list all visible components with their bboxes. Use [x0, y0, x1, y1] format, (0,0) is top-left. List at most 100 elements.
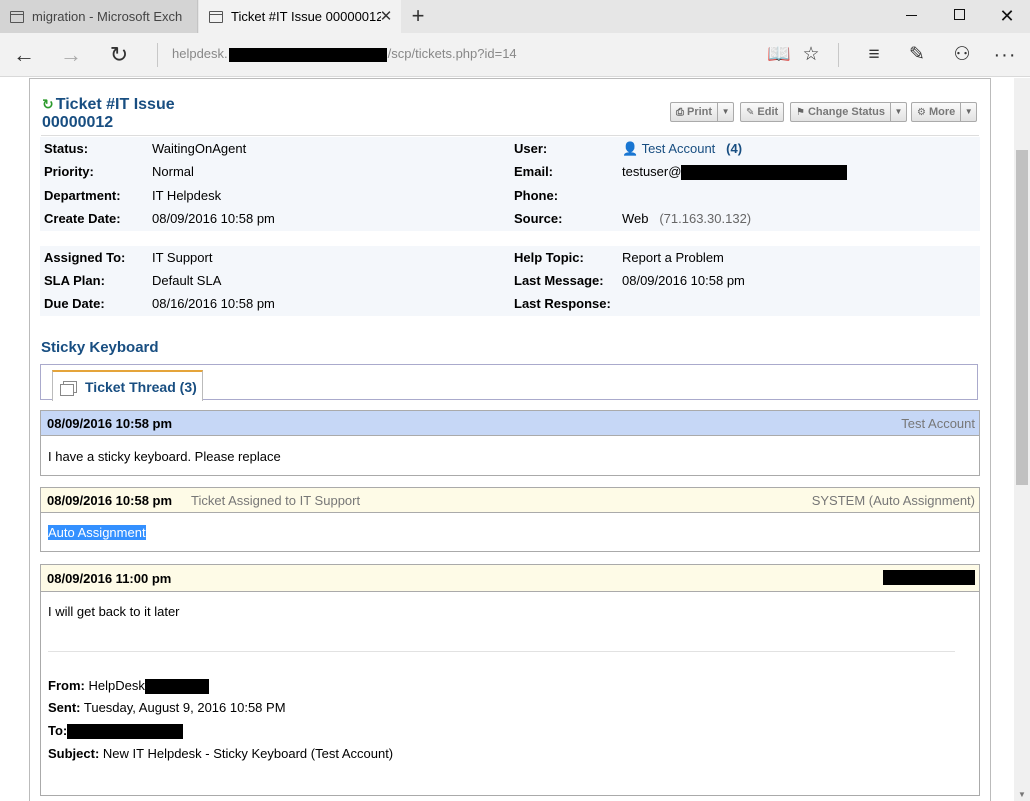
entry-date: 08/09/2016 11:00 pm [47, 571, 172, 586]
assigned-to-value: IT Support [152, 250, 213, 265]
user-name[interactable]: Test Account [642, 141, 716, 156]
gear-icon: ⚙ [917, 106, 926, 118]
help-topic-label: Help Topic: [514, 250, 584, 265]
phone-label: Phone: [514, 188, 559, 203]
user-ticket-count[interactable]: (4) [726, 141, 742, 156]
toolbar-divider [838, 43, 839, 67]
print-label: Print [687, 106, 713, 118]
mail-to-label: To: [48, 723, 68, 738]
email-value: testuser@ [622, 160, 848, 183]
quote-divider [48, 651, 955, 652]
source-label: Source: [514, 211, 563, 226]
refresh-ticket-icon[interactable]: ↻ [42, 96, 54, 112]
ticket-details: Status: WaitingOnAgent User: 👤 Test Acco… [40, 137, 980, 231]
mail-sent-label: Sent: [48, 700, 81, 715]
redacted-block [681, 165, 848, 181]
last-message-label: Last Message: [514, 273, 604, 288]
print-button[interactable]: ⎙ Print [670, 102, 719, 122]
close-window-icon[interactable]: ✕ [984, 0, 1030, 33]
tab-title: migration - Microsoft Exchan [32, 9, 182, 24]
web-note-icon[interactable]: ✎ [901, 39, 933, 71]
page-scrollbar[interactable]: ▼ [1014, 78, 1030, 801]
user-icon: 👤 [622, 141, 639, 156]
more-label: More [928, 106, 956, 118]
browser-tab-migration[interactable]: migration - Microsoft Exchan [0, 0, 198, 33]
ticket-title-line2[interactable]: 00000012 [42, 114, 113, 131]
address-bar[interactable]: helpdesk. /scp/tickets.php?id=14 [172, 46, 517, 62]
entry-poster: SYSTEM (Auto Assignment) [811, 493, 975, 508]
minimize-icon[interactable] [888, 0, 934, 33]
entry-body: I will get back to it later [48, 604, 180, 619]
thread-entry-note: 08/09/2016 10:58 pm Ticket Assigned to I… [40, 487, 980, 552]
due-date-label: Due Date: [44, 296, 105, 311]
share-icon[interactable]: ⚇ [946, 39, 978, 71]
thread-copy-icon [60, 380, 77, 396]
user-value[interactable]: 👤 Test Account (4) [622, 137, 742, 160]
ticket-title: ↻ Ticket #IT Issue 00000012 [42, 95, 242, 132]
tab-page-icon [10, 10, 24, 23]
hub-icon[interactable]: ≡ [858, 39, 890, 71]
more-dots-icon[interactable]: ··· [989, 39, 1021, 71]
change-status-label: Change Status [807, 106, 885, 118]
forward-arrow-icon[interactable]: → [55, 39, 87, 71]
thread-entry-response: 08/09/2016 11:00 pm I will get back to i… [40, 564, 980, 796]
address-divider [157, 43, 158, 67]
browser-nav-bar: ← → ↻ helpdesk./scp/tickets.php?id=14 📖 … [0, 33, 1030, 77]
due-date-value: 08/16/2016 10:58 pm [152, 296, 275, 311]
ticket-subject: Sticky Keyboard [41, 339, 159, 356]
tab-title: Ticket #IT Issue 00000012 [231, 9, 381, 24]
print-icon: ⎙ [676, 106, 684, 118]
print-button-group: ⎙ Print ▼ [670, 102, 735, 122]
refresh-icon[interactable]: ↻ [103, 39, 135, 71]
change-status-button[interactable]: ⚑ Change Status [790, 102, 891, 122]
thread-tab-label: Ticket Thread (3) [85, 378, 197, 395]
redacted-block [228, 47, 387, 62]
entry-poster: Test Account [901, 416, 975, 431]
entry-body: Auto Assignment [48, 525, 146, 540]
flag-icon: ⚑ [796, 106, 805, 118]
edit-button-group: ✎ Edit [740, 102, 785, 122]
new-tab-icon[interactable]: + [404, 3, 432, 31]
redacted-block [883, 570, 975, 585]
priority-label: Priority: [44, 164, 94, 179]
ticket-title-line1[interactable]: Ticket #IT Issue [56, 96, 175, 113]
browser-tab-ticket[interactable]: Ticket #IT Issue 00000012 ✕ [199, 0, 401, 33]
more-button-group: ⚙ More ▼ [911, 102, 978, 122]
header-divider [41, 135, 979, 136]
print-dropdown-icon[interactable]: ▼ [718, 102, 735, 122]
change-status-dropdown-icon[interactable]: ▼ [890, 102, 907, 122]
edit-button[interactable]: ✎ Edit [740, 102, 785, 122]
tab-ticket-thread[interactable]: Ticket Thread (3) [52, 370, 203, 401]
favorite-star-icon[interactable]: ☆ [795, 39, 827, 71]
create-date-label: Create Date: [44, 211, 121, 226]
assigned-to-label: Assigned To: [44, 250, 126, 265]
edit-label: Edit [757, 106, 779, 118]
email-prefix: testuser@ [622, 164, 682, 179]
last-response-label: Last Response: [514, 296, 611, 311]
last-message-value: 08/09/2016 10:58 pm [622, 273, 745, 288]
more-button[interactable]: ⚙ More [911, 102, 962, 122]
maximize-icon[interactable] [936, 0, 982, 33]
source-ip: (71.163.30.132) [659, 211, 752, 226]
more-dropdown-icon[interactable]: ▼ [961, 102, 978, 122]
back-arrow-icon[interactable]: ← [8, 39, 40, 71]
entry-date: 08/09/2016 10:58 pm [47, 493, 173, 508]
sla-value: Default SLA [152, 273, 222, 288]
department-label: Department: [44, 188, 121, 203]
user-label: User: [514, 141, 548, 156]
reading-view-icon[interactable]: 📖 [763, 39, 795, 71]
source-value: Web (71.163.30.132) [622, 207, 751, 230]
redacted-block [67, 724, 184, 740]
mail-from-value: HelpDesk [88, 678, 145, 693]
tab-page-icon [209, 10, 223, 23]
scrollbar-thumb[interactable] [1016, 150, 1028, 485]
browser-tab-bar: migration - Microsoft Exchan Ticket #IT … [0, 0, 1030, 33]
thread-entry-message: 08/09/2016 10:58 pm Test Account I have … [40, 410, 980, 476]
scroll-down-icon[interactable]: ▼ [1018, 790, 1026, 799]
entry-header: 08/09/2016 10:58 pm Test Account [41, 411, 979, 436]
tab-close-icon[interactable]: ✕ [377, 8, 395, 26]
email-label: Email: [514, 164, 554, 179]
ticket-assignment: Assigned To: IT Support Help Topic: Repo… [40, 246, 980, 316]
source-text: Web [622, 211, 649, 226]
redacted-block [144, 679, 209, 695]
